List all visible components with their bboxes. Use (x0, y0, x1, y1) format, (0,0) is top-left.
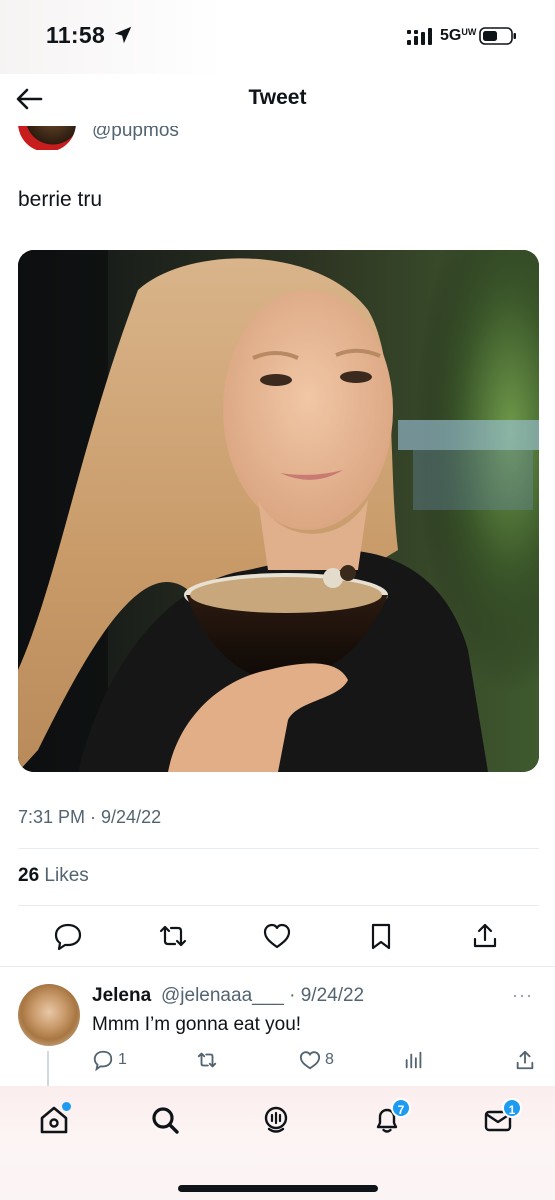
signal-icon (407, 28, 432, 45)
bookmark-icon (371, 923, 391, 950)
reply-share-button[interactable] (514, 1049, 536, 1071)
likes-row[interactable]: 26 Likes (18, 865, 89, 887)
status-time: 11:58 (46, 22, 106, 48)
retweet-icon (197, 1052, 217, 1068)
thread-line (47, 1051, 49, 1087)
notifications-badge: 7 (391, 1098, 411, 1118)
share-icon (473, 923, 497, 948)
tab-spaces[interactable] (260, 1104, 296, 1140)
page-title: Tweet (248, 86, 307, 109)
like-button[interactable] (262, 921, 292, 951)
tweet-photo[interactable] (18, 250, 539, 772)
avatar[interactable] (18, 984, 80, 1046)
avatar[interactable] (18, 126, 76, 150)
reply-reply-button[interactable]: 1 (92, 1049, 127, 1071)
messages-badge: 1 (502, 1098, 522, 1118)
battery-icon (479, 27, 516, 45)
divider (18, 848, 539, 849)
tweet-text: berrie tru (18, 188, 103, 211)
nav-bar: Tweet (0, 74, 555, 130)
reply-views-button[interactable] (403, 1049, 425, 1071)
tab-messages[interactable]: 1 (482, 1098, 522, 1140)
location-arrow-icon (114, 26, 132, 44)
status-bar: 11:58 5GUW (0, 0, 555, 74)
more-icon[interactable]: ··· (512, 985, 533, 1006)
tweet-timestamp: 7:31 PM · 9/24/22 (18, 807, 162, 827)
tweet-author[interactable]: @pupmos (0, 126, 555, 150)
like-count: 8 (325, 1051, 334, 1068)
tab-home[interactable] (38, 1102, 74, 1140)
reply-text: Mmm I’m gonna eat you! (92, 1014, 302, 1035)
tab-notifications[interactable]: 7 (371, 1098, 411, 1140)
reply-icon (54, 923, 82, 951)
tab-bar: 7 1 (0, 1086, 555, 1200)
share-icon (516, 1050, 534, 1070)
like-icon (263, 923, 291, 949)
spaces-icon (264, 1106, 288, 1133)
retweet-icon (159, 925, 187, 947)
reply-count: 1 (118, 1051, 127, 1068)
reply-author-name[interactable]: Jelena (92, 985, 151, 1007)
network-label: 5GUW (440, 27, 477, 44)
search-icon (152, 1107, 179, 1134)
reply-like-button[interactable]: 8 (299, 1049, 334, 1071)
tab-search[interactable] (149, 1104, 185, 1140)
retweet-button[interactable] (158, 921, 188, 951)
bookmark-button[interactable] (366, 921, 396, 951)
reply-tweet[interactable]: Jelena @jelenaaa___ · 9/24/22 ··· Mmm I’… (0, 966, 555, 1087)
views-icon (405, 1051, 422, 1069)
author-handle[interactable]: @pupmos (92, 126, 179, 142)
home-indicator (178, 1185, 378, 1192)
divider (18, 905, 539, 906)
photo-image (18, 250, 539, 772)
reply-button[interactable] (53, 921, 83, 951)
reply-retweet-button[interactable] (196, 1049, 218, 1071)
reply-icon (93, 1050, 113, 1071)
like-icon (299, 1051, 321, 1070)
reply-author-handle: @jelenaaa___ · 9/24/22 (161, 985, 365, 1006)
share-button[interactable] (470, 921, 500, 951)
home-new-dot (62, 1102, 71, 1111)
